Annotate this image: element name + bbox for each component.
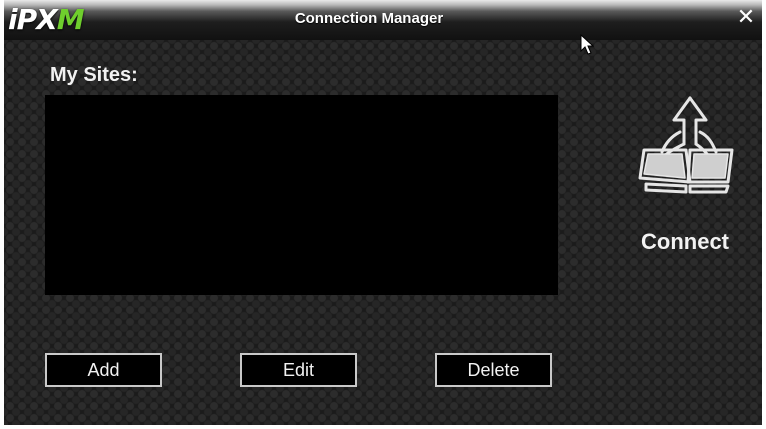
delete-button[interactable]: Delete [435,353,552,387]
my-sites-label: My Sites: [50,64,138,86]
sites-list[interactable] [45,95,558,295]
connect-label: Connect [641,229,729,254]
mouse-cursor-icon [580,34,594,55]
add-button[interactable]: Add [45,353,162,387]
close-icon[interactable]: ✕ [734,4,758,32]
network-connect-icon [638,96,734,194]
edit-button[interactable]: Edit [240,353,357,387]
title-bar[interactable]: iPXM Connection Manager ✕ [4,0,762,40]
window-title: Connection Manager [294,10,444,27]
connect-button[interactable]: Connect [620,92,750,262]
